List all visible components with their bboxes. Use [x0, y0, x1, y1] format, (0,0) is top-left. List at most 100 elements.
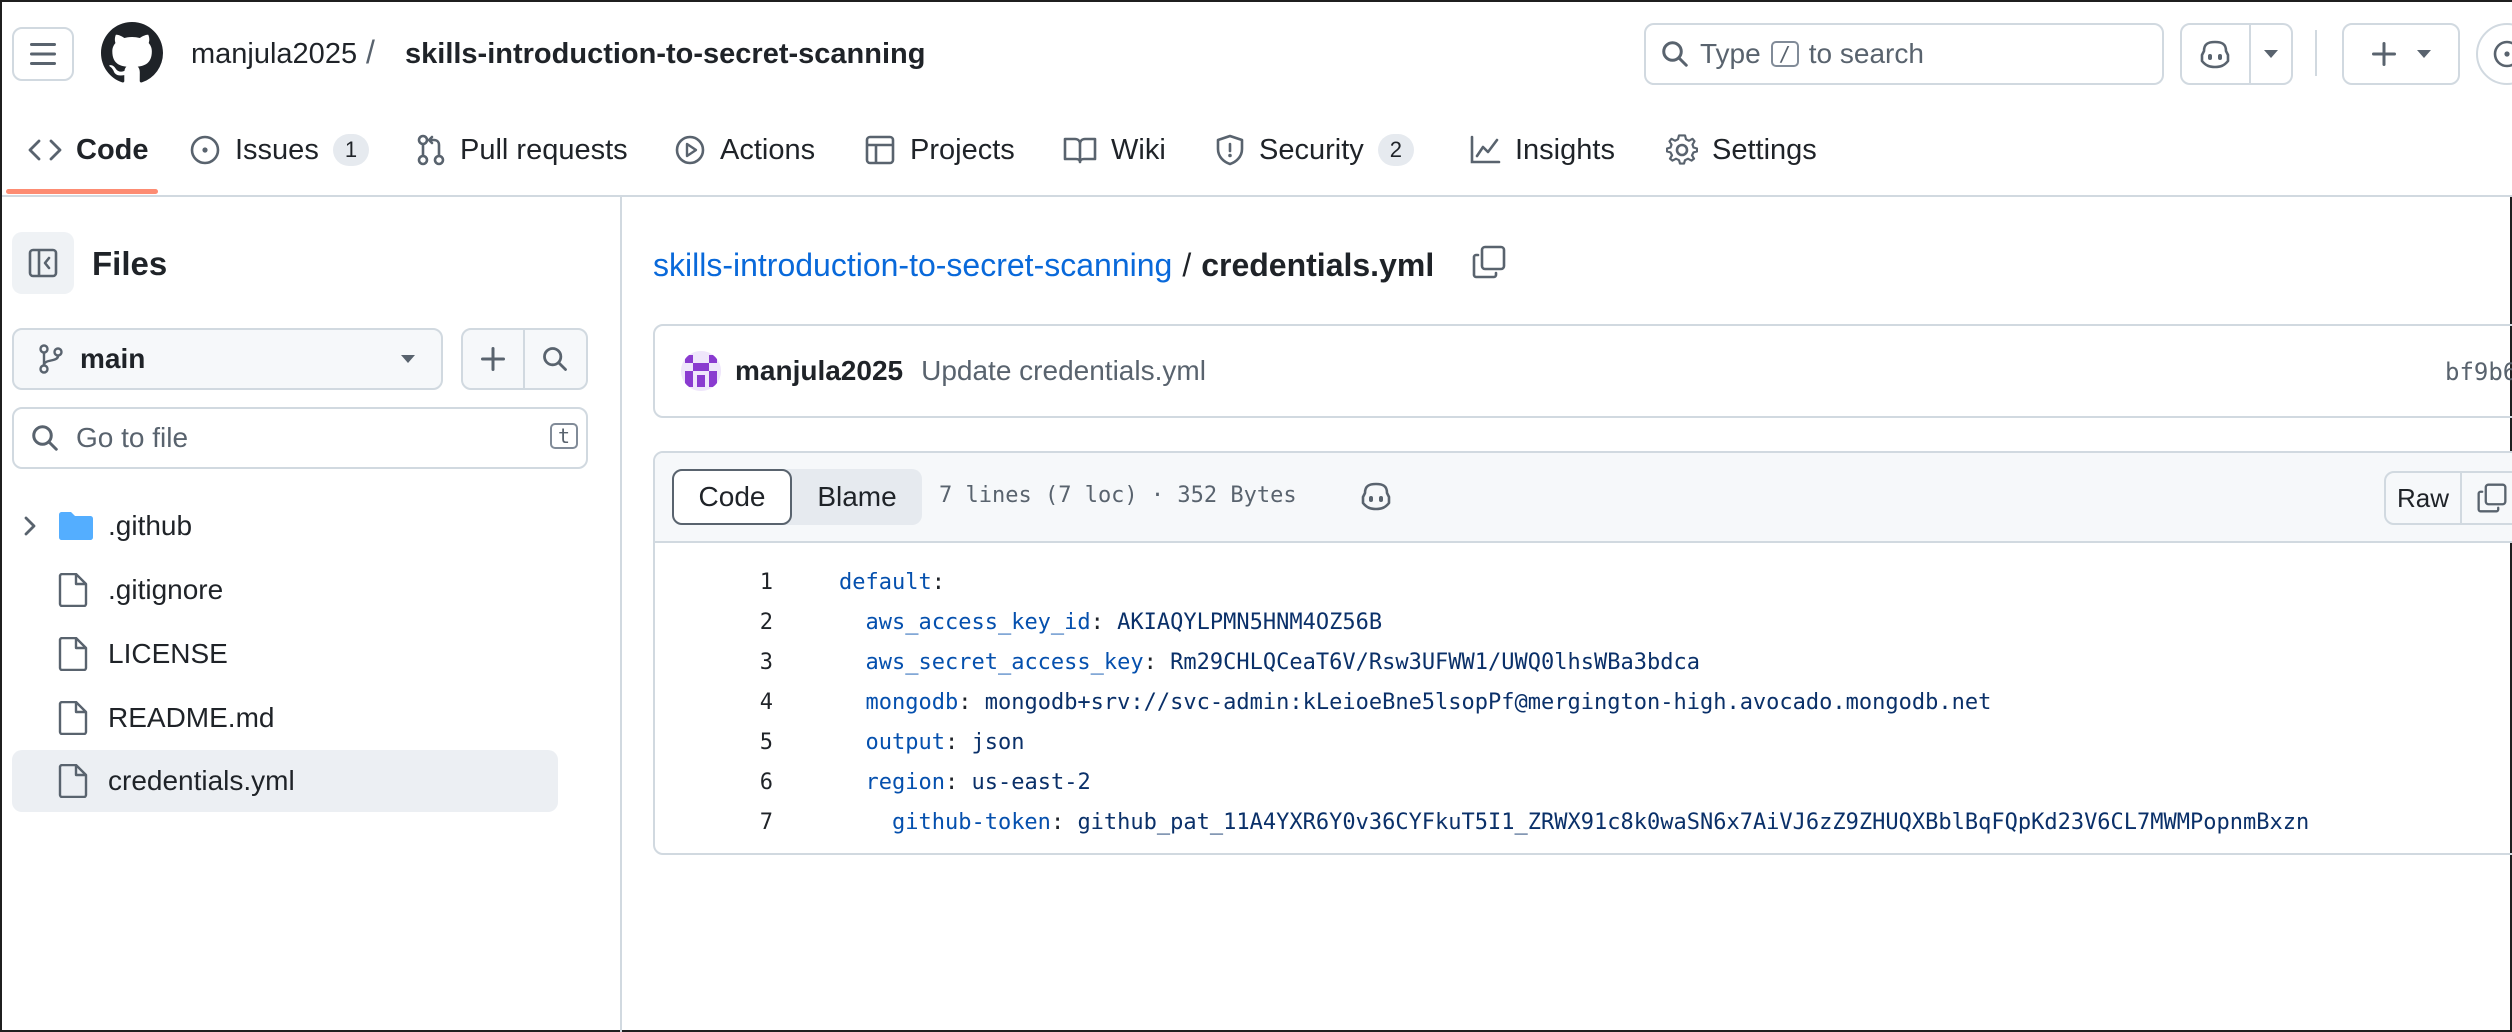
commit-sha-link[interactable]: bf9b6a: [2445, 358, 2512, 386]
copy-path-button[interactable]: [1471, 244, 1507, 280]
menu-button[interactable]: [12, 27, 74, 81]
folder-icon: [59, 512, 93, 540]
active-tab-underline: [6, 189, 158, 194]
breadcrumb-repo-link[interactable]: skills-introduction-to-secret-scanning: [653, 246, 1172, 284]
line-number[interactable]: 6: [655, 763, 773, 803]
triangle-down-icon: [2263, 49, 2278, 58]
create-new-button[interactable]: [2342, 23, 2460, 85]
commit-message-link[interactable]: Update credentials.yml: [921, 355, 1206, 387]
tab-security-label: Security: [1259, 133, 1364, 166]
line-number[interactable]: 4: [655, 683, 773, 723]
tab-issues[interactable]: Issues 1: [189, 120, 370, 180]
tab-pull-requests-label: Pull requests: [460, 133, 628, 166]
git-branch-icon: [39, 344, 63, 374]
go-to-file-input[interactable]: Go to file t: [12, 407, 588, 469]
add-file-button[interactable]: [463, 330, 525, 388]
graph-icon: [1470, 135, 1501, 164]
tree-item-credentials[interactable]: credentials.yml: [12, 750, 558, 812]
avatar[interactable]: [681, 351, 721, 391]
code-line: 5 output: json: [655, 723, 2512, 763]
copilot-button[interactable]: [2182, 25, 2251, 83]
tab-wiki-label: Wiki: [1111, 133, 1166, 166]
code-line: 2 aws_access_key_id: AKIAQYLPMN5HNM4OZ56…: [655, 603, 2512, 643]
tree-item-license[interactable]: LICENSE: [12, 623, 558, 685]
tab-pull-requests[interactable]: Pull requests: [416, 120, 628, 180]
github-logo-icon[interactable]: [101, 22, 163, 84]
view-mode-toggle: Code Blame: [672, 469, 922, 525]
repo-owner-link[interactable]: manjula2025: [191, 36, 357, 72]
ask-copilot-button[interactable]: [1359, 481, 1393, 511]
file-viewer: Code Blame 7 lines (7 loc) · 352 Bytes R…: [653, 451, 2512, 855]
file-icon: [58, 637, 88, 671]
file-icon: [58, 573, 88, 607]
file-icon: [58, 764, 88, 798]
raw-button[interactable]: Raw: [2384, 471, 2462, 525]
tab-code[interactable]: Code: [28, 120, 149, 180]
git-pull-request-icon: [417, 134, 445, 166]
line-number[interactable]: 1: [655, 563, 773, 603]
branch-selector[interactable]: main: [12, 328, 443, 390]
global-header: manjula2025 / skills-introduction-to-sec…: [2, 2, 2512, 197]
tab-settings[interactable]: Settings: [1666, 120, 1817, 180]
table-icon: [865, 135, 895, 165]
copilot-button-group: [2180, 23, 2293, 85]
tab-security[interactable]: Security 2: [1215, 120, 1415, 180]
tree-item-label: README.md: [108, 702, 275, 733]
search-shortcut-key: /: [1770, 41, 1799, 67]
yaml-key: default: [839, 570, 932, 595]
breadcrumb-separator: /: [1182, 247, 1192, 283]
issues-count-badge: 1: [332, 134, 370, 166]
yaml-value: Rm29CHLQCeaT6V/Rsw3UFWW1/UWQ0lhsWBa3bdca: [1170, 650, 1700, 675]
copilot-dropdown-button[interactable]: [2251, 25, 2291, 83]
issues-circle-button[interactable]: [2476, 23, 2512, 85]
collapse-sidebar-button[interactable]: [12, 232, 74, 294]
search-icon: [543, 347, 568, 371]
shield-icon: [1216, 134, 1244, 166]
repo-name-link[interactable]: skills-introduction-to-secret-scanning: [405, 36, 925, 72]
tab-projects[interactable]: Projects: [864, 120, 1015, 180]
yaml-value: AKIAQYLPMN5HNM4OZ56B: [1117, 610, 1383, 635]
commit-author-link[interactable]: manjula2025: [735, 355, 903, 387]
search-files-button[interactable]: [525, 330, 587, 388]
sidebar-actions-group: [461, 328, 588, 390]
tab-code-label: Code: [76, 133, 149, 166]
blame-view-button[interactable]: Blame: [792, 469, 922, 525]
tab-actions-label: Actions: [720, 133, 816, 166]
code-view-button[interactable]: Code: [672, 469, 792, 525]
copilot-icon: [1361, 482, 1391, 511]
security-count-badge: 2: [1377, 134, 1415, 166]
tree-item-github-folder[interactable]: .github: [12, 495, 558, 557]
tab-wiki[interactable]: Wiki: [1063, 120, 1166, 180]
tree-item-readme[interactable]: README.md: [12, 687, 558, 749]
plus-icon: [2372, 42, 2396, 66]
yaml-value: github_pat_11A4YXR6Y0v36CYFkuT5I1_ZRWX91…: [1077, 810, 2310, 835]
breadcrumb-file-name: credentials.yml: [1201, 247, 1435, 283]
triangle-down-icon: [401, 355, 415, 363]
tree-item-label: credentials.yml: [108, 765, 295, 796]
yaml-key: github-token: [891, 810, 1051, 835]
tree-item-label: .gitignore: [108, 574, 224, 605]
global-search-input[interactable]: Type / to search: [1644, 23, 2164, 85]
line-number[interactable]: 5: [655, 723, 773, 763]
tab-actions[interactable]: Actions: [674, 120, 815, 180]
yaml-key: mongodb: [865, 690, 959, 715]
tab-insights-label: Insights: [1515, 133, 1615, 166]
chevron-right-icon[interactable]: [20, 515, 40, 537]
line-number[interactable]: 3: [655, 643, 773, 683]
code-line: 3 aws_secret_access_key: Rm29CHLQCeaT6V/…: [655, 643, 2512, 683]
yaml-key: region: [865, 770, 945, 795]
issue-opened-icon: [190, 135, 220, 165]
line-number[interactable]: 2: [655, 603, 773, 643]
copy-raw-button[interactable]: [2460, 471, 2512, 525]
code-view[interactable]: 1 default: 2 aws_access_key_id: AKIAQYLPM…: [655, 563, 2512, 843]
yaml-key: aws_access_key_id: [865, 610, 1091, 635]
file-breadcrumb: skills-introduction-to-secret-scanning /…: [653, 246, 1434, 284]
tree-item-gitignore[interactable]: .gitignore: [12, 559, 558, 621]
go-to-file-placeholder: Go to file: [76, 422, 189, 453]
line-number[interactable]: 7: [655, 803, 773, 843]
branch-name: main: [80, 343, 146, 374]
tab-insights[interactable]: Insights: [1469, 120, 1615, 180]
code-line: 7 github-token: github_pat_11A4YXR6Y0v36…: [655, 803, 2512, 843]
